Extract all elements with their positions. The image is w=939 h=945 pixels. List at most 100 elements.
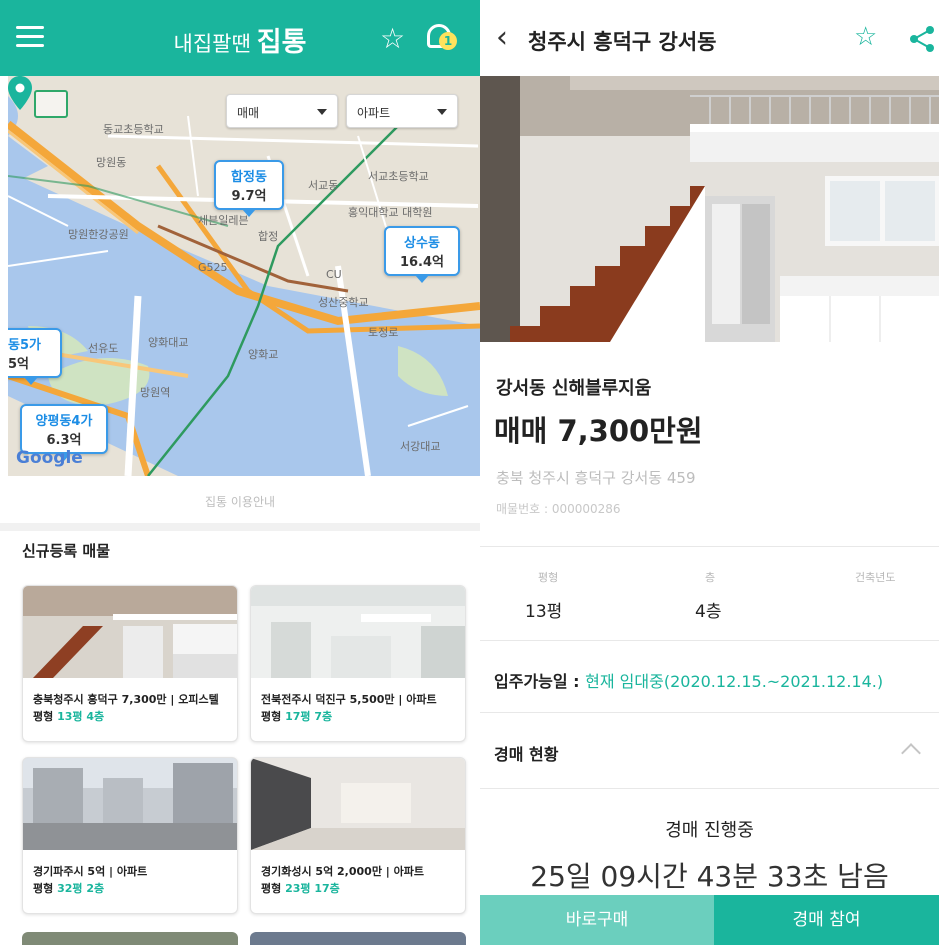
chevron-up-icon[interactable] xyxy=(901,743,921,763)
join-auction-button[interactable]: 경매 참여 xyxy=(714,895,939,945)
listing-card[interactable]: 전북전주시 덕진구 5,500만 | 아파트 평형 17평 7층 xyxy=(250,585,466,742)
size-label: 평형 xyxy=(261,882,282,895)
map-view[interactable]: 동교초등학교 망원동 세븐일레븐 서교동 서교초등학교 홍익대학교 대학원 망원… xyxy=(8,76,480,476)
listing-summary: 경기파주시 5억 | 아파트 xyxy=(33,865,148,878)
auction-status: 경매 진행중 xyxy=(665,820,754,841)
map-label: 서교초등학교 xyxy=(368,170,429,183)
divider xyxy=(480,788,939,789)
deal-type-value: 매매 xyxy=(237,106,260,120)
chevron-down-icon xyxy=(317,109,327,115)
screen: 내집팔땐 집통 ☆ 1 동교초등학교 망원동 세븐일레븐 서교동 서교초등학교 … xyxy=(0,0,939,945)
floor-value: 4층 xyxy=(86,710,105,723)
map-label: 서강대교 xyxy=(400,440,441,453)
marker-price: 6.3억 xyxy=(46,433,82,448)
price-marker-hapjeong[interactable]: 합정동 9.7억 xyxy=(214,160,284,217)
map-label: 양화교 xyxy=(248,348,279,361)
price-marker-partial[interactable]: 동5가 5억 xyxy=(8,328,62,385)
property-type-value: 아파트 xyxy=(357,106,391,120)
move-in-value: 현재 임대중(2020.12.15.~2021.12.14.) xyxy=(585,672,884,691)
size-value: 23평 xyxy=(285,882,311,895)
listing-summary: 경기화성시 5억 2,000만 | 아파트 xyxy=(261,865,424,878)
stat-label-size: 평형 xyxy=(538,571,559,584)
section-title: 신규등록 매물 xyxy=(22,542,111,560)
marker-price: 16.4억 xyxy=(399,255,445,270)
google-logo-text: Google xyxy=(16,448,83,468)
listing-card[interactable]: 경기화성시 5억 2,000만 | 아파트 평형 23평 17층 xyxy=(250,757,466,914)
map-label: 양화대교 xyxy=(148,336,189,349)
listing-detail-screen: ‹ 청주시 흥덕구 강서동 ☆ 강서동 신해블루지움 매매 7,300만원 충북… xyxy=(480,0,939,945)
listing-photo xyxy=(23,758,237,850)
chevron-down-icon xyxy=(437,109,447,115)
deal-type-select[interactable]: 매매 xyxy=(226,94,338,128)
marker-name: 상수동 xyxy=(404,236,440,251)
divider xyxy=(480,546,939,547)
divider xyxy=(480,712,939,713)
map-label: 토정로 xyxy=(368,326,399,339)
favorite-star-icon[interactable]: ☆ xyxy=(854,22,877,52)
listing-photo xyxy=(480,76,939,342)
price-marker-sangsu[interactable]: 상수동 16.4억 xyxy=(384,226,460,283)
listing-card[interactable]: 충북청주시 흥덕구 7,300만 | 오피스텔 평형 13평 4층 xyxy=(22,585,238,742)
subway-icon xyxy=(34,90,68,118)
app-title-prefix: 내집팔땐 xyxy=(173,32,251,56)
auction-countdown: 25일 09시간 43분 33초 남음 xyxy=(530,860,889,893)
listing-photo-carousel[interactable] xyxy=(480,76,939,342)
map-label: 홍익대학교 대학원 xyxy=(348,206,433,219)
star-icon[interactable]: ☆ xyxy=(380,22,405,55)
map-label: CU xyxy=(326,268,342,281)
size-value: 32평 xyxy=(57,882,83,895)
bell-icon[interactable]: 1 xyxy=(425,22,459,54)
buy-now-button[interactable]: 바로구매 xyxy=(480,895,714,945)
listing-name: 강서동 신해블루지움 xyxy=(496,378,652,399)
size-value: 13평 xyxy=(57,710,83,723)
floor-value: 7층 xyxy=(314,710,333,723)
size-label: 평형 xyxy=(261,710,282,723)
divider xyxy=(480,640,939,641)
move-in-label: 입주가능일 : xyxy=(494,672,580,691)
floor-value: 17층 xyxy=(314,882,340,895)
listing-card[interactable]: 경기파주시 5억 | 아파트 평형 32평 2층 xyxy=(22,757,238,914)
listing-summary: 전북전주시 덕진구 5,500만 | 아파트 xyxy=(261,693,437,706)
listing-card-partial[interactable] xyxy=(22,932,238,945)
listing-number: 매물번호 : 000000286 xyxy=(496,502,621,516)
marker-name: 양평동4가 xyxy=(35,414,93,429)
listing-card-partial[interactable] xyxy=(250,932,466,945)
listing-summary: 충북청주시 흥덕구 7,300만 | 오피스텔 xyxy=(33,693,219,706)
map-label: 망원한강공원 xyxy=(68,228,129,241)
stat-value-floor: 4층 xyxy=(695,602,722,622)
size-label: 평형 xyxy=(33,882,54,895)
listing-price: 매매 7,300만원 xyxy=(494,414,703,448)
stat-label-built-year: 건축년도 xyxy=(855,571,896,584)
auction-section-title: 경매 현황 xyxy=(494,745,559,764)
location-pin-icon[interactable] xyxy=(8,76,32,110)
listing-photo xyxy=(23,586,237,678)
share-icon[interactable] xyxy=(908,24,938,54)
stat-label-floor: 층 xyxy=(705,571,716,584)
marker-name: 합정동 xyxy=(231,170,267,185)
map-guide-link[interactable]: 집통 이용안내 xyxy=(0,493,480,510)
listing-photo xyxy=(251,586,465,678)
map-label: 합정 xyxy=(258,230,279,243)
map-label: 선유도 xyxy=(88,342,119,355)
detail-title: 청주시 흥덕구 강서동 xyxy=(528,30,717,54)
listing-details: 평형 32평 2층 xyxy=(33,880,104,896)
listing-photo xyxy=(251,758,465,850)
app-header: 내집팔땐 집통 ☆ 1 xyxy=(0,0,480,76)
back-arrow-icon[interactable]: ‹ xyxy=(496,20,508,55)
floor-value: 2층 xyxy=(86,882,105,895)
price-marker-yangpyeong[interactable]: 양평동4가 6.3억 xyxy=(20,404,108,461)
size-value: 17평 xyxy=(285,710,311,723)
map-label: G525 xyxy=(198,261,228,274)
home-screen: 내집팔땐 집통 ☆ 1 동교초등학교 망원동 세븐일레븐 서교동 서교초등학교 … xyxy=(0,0,480,945)
listing-details: 평형 17평 7층 xyxy=(261,708,332,724)
property-type-select[interactable]: 아파트 xyxy=(346,94,458,128)
marker-price: 5억 xyxy=(8,357,30,372)
app-title: 내집팔땐 집통 xyxy=(0,20,480,59)
stat-value-size: 13평 xyxy=(525,602,563,622)
map-label: 동교초등학교 xyxy=(103,123,164,136)
marker-price: 9.7억 xyxy=(231,189,267,204)
map-label: 망원동 xyxy=(96,156,127,169)
listing-details: 평형 13평 4층 xyxy=(33,708,104,724)
size-label: 평형 xyxy=(33,710,54,723)
map-label: 서교동 xyxy=(308,179,339,192)
